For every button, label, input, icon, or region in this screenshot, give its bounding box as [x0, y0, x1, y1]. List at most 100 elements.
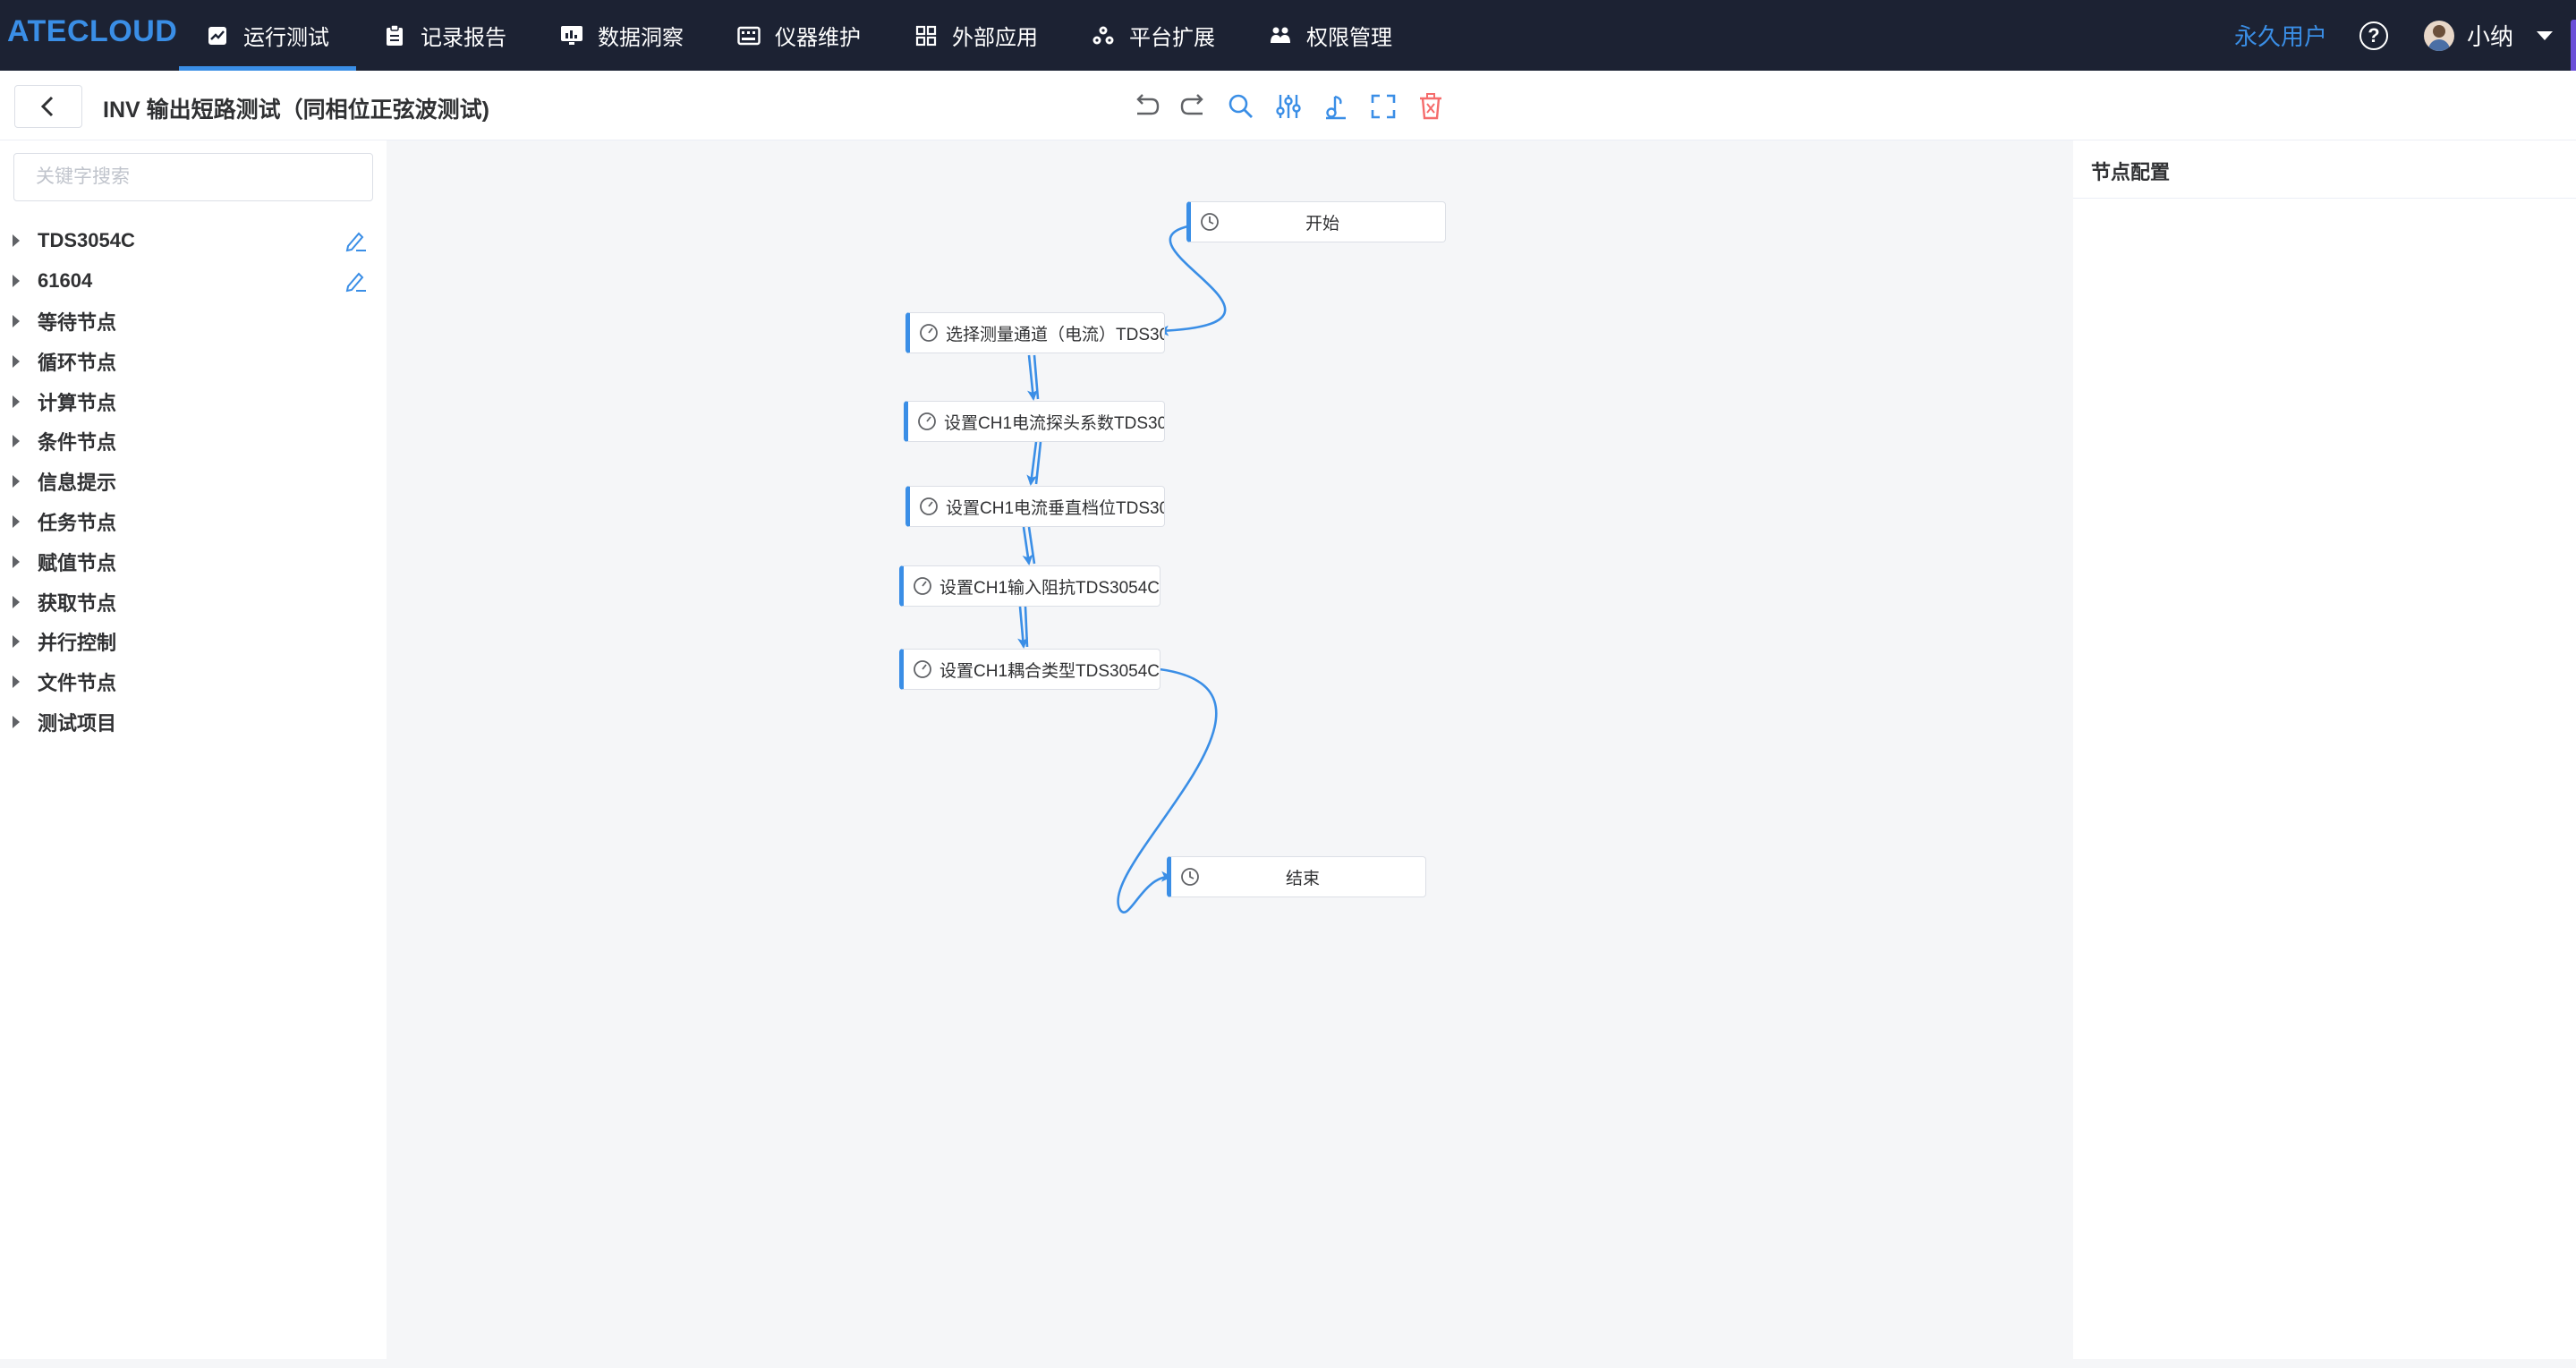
tree-item-calc-node[interactable]: 计算节点	[0, 381, 387, 421]
caret-right-icon[interactable]	[13, 595, 20, 608]
tree-item-label: 任务节点	[38, 511, 117, 534]
tree-item-label: TDS3054C	[38, 229, 135, 252]
user-area: 永久用户 ? 小纳	[2234, 0, 2576, 71]
redo-icon[interactable]	[1177, 89, 1211, 123]
page-title: INV 输出短路测试（同相位正弦波测试)	[103, 98, 489, 123]
clock-icon	[1201, 213, 1219, 231]
node-label: 设置CH1电流探头系数TDS3054C	[944, 413, 1164, 433]
clock-icon	[1181, 868, 1199, 886]
tree-item-label: 获取节点	[38, 591, 117, 615]
connector-3-to-4[interactable]	[1022, 526, 1033, 565]
gauge-icon	[920, 497, 938, 515]
tree-item-assign-node[interactable]: 赋值节点	[0, 541, 387, 582]
connector-1-to-2b[interactable]	[1033, 354, 1040, 400]
nav-label: 记录报告	[421, 26, 506, 50]
nav-item-instrument-maintenance[interactable]: 仪器维护	[710, 0, 888, 71]
caret-right-icon[interactable]	[13, 435, 20, 448]
node-config-panel: 节点配置	[2073, 140, 2576, 1359]
nav-item-run-test[interactable]: 运行测试	[179, 0, 356, 71]
gauge-icon	[914, 660, 931, 678]
tree-item-wait-node[interactable]: 等待节点	[0, 302, 387, 342]
caret-right-icon[interactable]	[13, 514, 20, 528]
zoom-icon[interactable]	[1224, 89, 1258, 123]
flow-toolbar	[1129, 89, 1461, 123]
connector-2-to-3[interactable]	[1026, 441, 1038, 486]
hierarchy-icon	[1092, 24, 1115, 47]
tree-item-61604[interactable]: 61604	[0, 261, 387, 302]
nav-label: 仪器维护	[775, 26, 861, 50]
tree-item-label: 信息提示	[38, 472, 117, 495]
flow-node-probe-coefficient[interactable]: 设置CH1电流探头系数TDS3054C	[904, 401, 1165, 442]
user-name[interactable]: 小纳	[2467, 19, 2513, 52]
nav-label: 外部应用	[952, 26, 1038, 50]
flow-connections	[1017, 224, 1227, 913]
nav-item-external-apps[interactable]: 外部应用	[888, 0, 1065, 71]
grid-icon	[914, 24, 938, 47]
caret-right-icon[interactable]	[13, 234, 20, 248]
gauge-icon	[914, 577, 931, 595]
flow-node-vertical-scale[interactable]: 设置CH1电流垂直档位TDS3054C	[905, 486, 1165, 527]
connector-2-to-3b[interactable]	[1034, 441, 1042, 485]
monitor-chart-icon	[560, 24, 583, 47]
avatar[interactable]	[2423, 20, 2454, 51]
connector-4-to-5b[interactable]	[1024, 606, 1029, 648]
export-icon[interactable]	[1319, 89, 1353, 123]
flow-node-coupling-type[interactable]: 设置CH1耦合类型TDS3054C	[899, 649, 1160, 690]
flow-node-select-channel[interactable]: 选择测量通道（电流）TDS3054C	[905, 312, 1165, 353]
users-icon	[1269, 24, 1292, 47]
tree-item-label: 61604	[38, 269, 93, 293]
flow-node-input-impedance[interactable]: 设置CH1输入阻抗TDS3054C	[899, 565, 1160, 607]
main-nav: 运行测试 记录报告 数据洞察 仪器维护 外部应用 平台扩展 权限管理	[179, 0, 1419, 71]
search-input[interactable]	[13, 153, 373, 201]
tree-item-loop-node[interactable]: 循环节点	[0, 341, 387, 381]
node-label: 设置CH1输入阻抗TDS3054C	[939, 578, 1160, 598]
caret-right-icon[interactable]	[13, 715, 20, 728]
connector-4-to-5[interactable]	[1017, 606, 1029, 649]
tree-item-parallel-control[interactable]: 并行控制	[0, 622, 387, 662]
caret-right-icon[interactable]	[13, 635, 20, 649]
flow-canvas[interactable]: 开始 选择测量通道（电流）TDS3054C 设置CH1电流探头系数TDS3054…	[387, 140, 2073, 1359]
nav-item-record-report[interactable]: 记录报告	[356, 0, 533, 71]
node-label: 设置CH1耦合类型TDS3054C	[939, 661, 1160, 681]
flow-node-end[interactable]: 结束	[1167, 856, 1426, 897]
brand-logo[interactable]: ATECLOUD	[7, 14, 177, 49]
tree-item-test-project[interactable]: 测试项目	[0, 702, 387, 743]
nav-item-permission-management[interactable]: 权限管理	[1242, 0, 1419, 71]
tree-item-condition-node[interactable]: 条件节点	[0, 421, 387, 462]
caret-right-icon[interactable]	[13, 314, 20, 327]
edit-icon[interactable]	[344, 229, 367, 252]
tree-item-info-prompt[interactable]: 信息提示	[0, 462, 387, 502]
gauge-icon	[918, 412, 936, 430]
nav-item-data-insight[interactable]: 数据洞察	[533, 0, 710, 71]
help-icon[interactable]: ?	[2359, 21, 2388, 50]
node-label: 开始	[1305, 214, 1339, 234]
caret-right-icon[interactable]	[13, 676, 20, 689]
flow-node-start[interactable]: 开始	[1186, 201, 1446, 242]
caret-right-icon[interactable]	[13, 354, 20, 368]
connector-3-to-4b[interactable]	[1027, 526, 1036, 565]
caret-right-icon[interactable]	[13, 555, 20, 568]
back-button[interactable]	[14, 85, 82, 128]
caret-right-icon[interactable]	[13, 275, 20, 288]
delete-icon[interactable]	[1414, 89, 1448, 123]
chevron-down-icon[interactable]	[2537, 30, 2553, 40]
edit-icon[interactable]	[344, 269, 367, 293]
undo-icon[interactable]	[1129, 89, 1163, 123]
tree-item-task-node[interactable]: 任务节点	[0, 502, 387, 542]
user-type-link[interactable]: 永久用户	[2234, 19, 2327, 52]
nav-label: 平台扩展	[1129, 26, 1215, 50]
connector-1-to-2[interactable]	[1027, 354, 1038, 401]
caret-right-icon[interactable]	[13, 475, 20, 489]
fullscreen-icon[interactable]	[1366, 89, 1400, 123]
keyboard-icon	[737, 24, 761, 47]
tree-item-get-node[interactable]: 获取节点	[0, 582, 387, 622]
nav-item-platform-extension[interactable]: 平台扩展	[1065, 0, 1242, 71]
tree-item-file-node[interactable]: 文件节点	[0, 662, 387, 702]
chevron-left-icon	[40, 96, 54, 117]
settings-sliders-icon[interactable]	[1271, 89, 1305, 123]
node-label: 选择测量通道（电流）TDS3054C	[946, 325, 1164, 344]
tree-item-tds3054c[interactable]: TDS3054C	[0, 221, 387, 261]
chart-line-icon	[206, 24, 229, 47]
nav-label: 权限管理	[1306, 26, 1392, 50]
caret-right-icon[interactable]	[13, 395, 20, 408]
